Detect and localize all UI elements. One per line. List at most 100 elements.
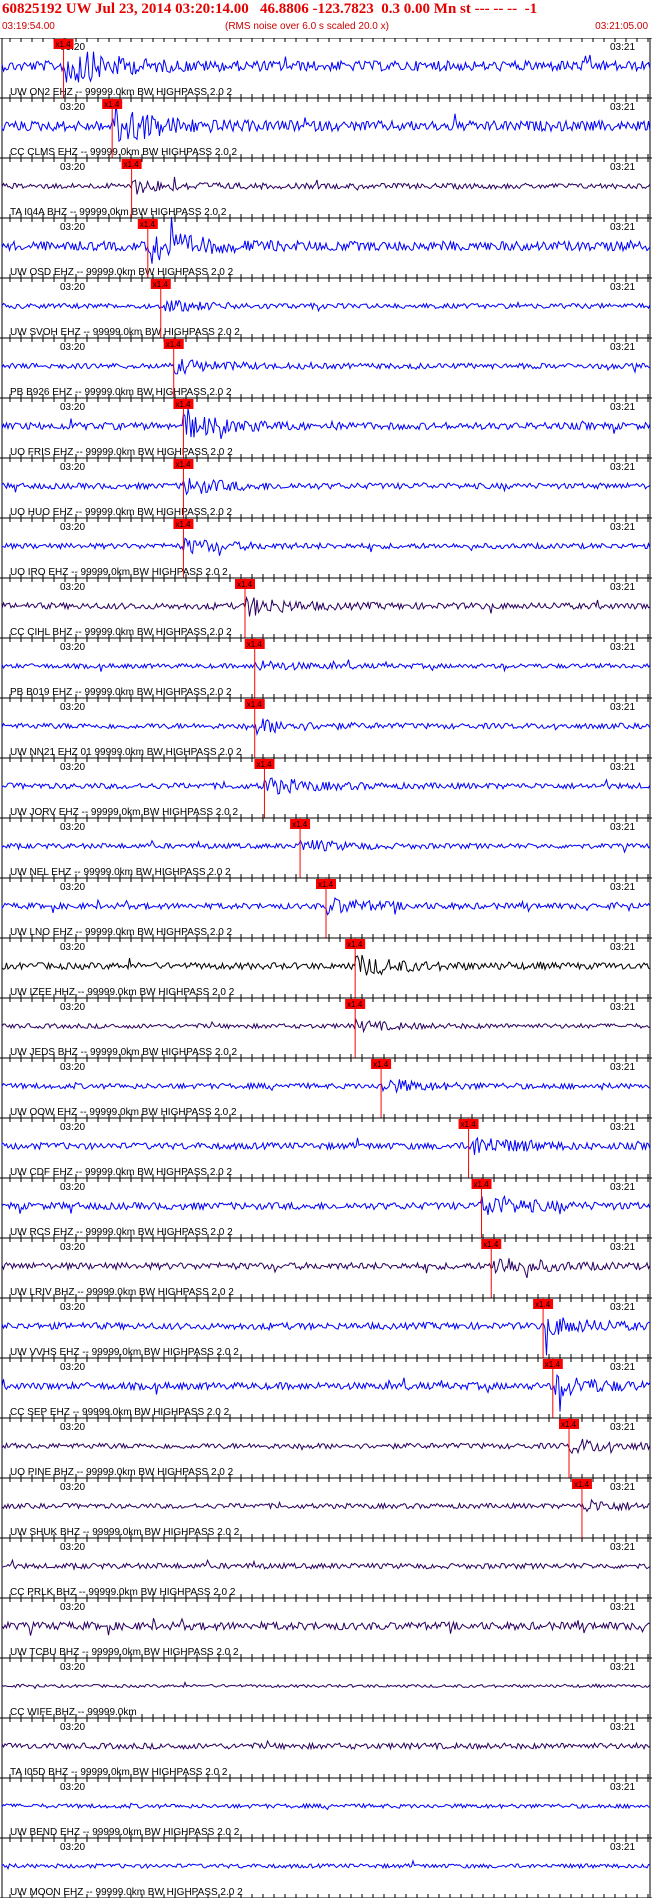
pick-label: x1.4 <box>124 160 140 169</box>
minute-label-left: 03:20 <box>60 1242 85 1253</box>
minute-label-right: 03:21 <box>610 1002 635 1013</box>
minute-label-left: 03:20 <box>60 1722 85 1733</box>
minute-label-right: 03:21 <box>610 822 635 833</box>
waveform-trace <box>1 595 651 617</box>
pick-label: x1.4 <box>574 1480 590 1489</box>
minute-label-left: 03:20 <box>60 1482 85 1493</box>
minute-label-right: 03:21 <box>610 1062 635 1073</box>
minute-label-right: 03:21 <box>610 1842 635 1853</box>
minute-label-right: 03:21 <box>610 1122 635 1133</box>
minute-label-left: 03:20 <box>60 822 85 833</box>
minute-label-right: 03:21 <box>610 1482 635 1493</box>
minute-label-right: 03:21 <box>610 1362 635 1373</box>
waveform-trace <box>1 217 651 264</box>
waveform-trace <box>1 1802 651 1811</box>
pick-label: x1.4 <box>474 1180 490 1189</box>
start-time: 03:19:54.00 <box>2 21 55 32</box>
waveform-trace <box>1 1680 651 1690</box>
minute-label-left: 03:20 <box>60 102 85 113</box>
event-header: 60825192 UW Jul 23, 2014 03:20:14.00 46.… <box>0 0 652 38</box>
station-label: CC SEP EHZ -- 99999.0km BW HIGHPASS 2.0 … <box>10 1407 230 1418</box>
minute-label-left: 03:20 <box>60 1062 85 1073</box>
station-label: UW SVOH EHZ -- 99999.0km BW HIGHPASS 2.0… <box>10 327 240 338</box>
minute-label-left: 03:20 <box>60 1842 85 1853</box>
station-label: UO FRIS EHZ -- 99999.0km BW HIGHPASS 2.0… <box>10 447 233 458</box>
station-label: CC WIFE BHZ -- 99999.0km <box>10 1707 137 1718</box>
pick-label: x1.4 <box>483 1240 499 1249</box>
station-label: UW VVHS EHZ -- 99999.0km BW HIGHPASS 2.0… <box>10 1347 239 1358</box>
station-label: PB B926 EHZ -- 99999.0km BW HIGHPASS 2.0… <box>10 387 232 398</box>
rms-note: (RMS noise over 6.0 s scaled 20.0 x) <box>225 21 389 32</box>
minute-label-left: 03:20 <box>60 1662 85 1673</box>
station-label: CC CIHL BHZ -- 99999.0km BW HIGHPASS 2.0… <box>10 627 232 638</box>
minute-label-right: 03:21 <box>610 1242 635 1253</box>
minute-label-right: 03:21 <box>610 1542 635 1553</box>
minute-label-left: 03:20 <box>60 1182 85 1193</box>
minute-label-left: 03:20 <box>60 222 85 233</box>
station-label: UW BEND EHZ -- 99999.0km BW HIGHPASS 2.0… <box>10 1827 240 1838</box>
waveform-trace <box>1 1136 651 1155</box>
waveform-trace <box>1 1558 651 1571</box>
station-label: UW LNO EHZ -- 99999.0km BW HIGHPASS 2.0 … <box>10 927 233 938</box>
station-label: TA I04A BHZ -- 99999.0km BW HIGHPASS 2.0… <box>10 207 227 218</box>
minute-label-right: 03:21 <box>610 582 635 593</box>
pick-label: x1.4 <box>237 580 253 589</box>
minute-label-left: 03:20 <box>60 1782 85 1793</box>
minute-label-right: 03:21 <box>610 222 635 233</box>
station-label: UW NEL EHZ -- 99999.0km BW HIGHPASS 2.0 … <box>10 867 231 878</box>
pick-label: x1.4 <box>247 640 263 649</box>
minute-label-left: 03:20 <box>60 1542 85 1553</box>
minute-label-right: 03:21 <box>610 1182 635 1193</box>
station-label: UW JEDS BHZ -- 99999.0km BW HIGHPASS 2.0… <box>10 1047 238 1058</box>
waveform-trace <box>1 777 651 795</box>
minute-label-left: 03:20 <box>60 1002 85 1013</box>
pick-label: x1.4 <box>347 1000 363 1009</box>
waveform-trace <box>1 1079 651 1095</box>
minute-label-right: 03:21 <box>610 462 635 473</box>
minute-label-right: 03:21 <box>610 882 635 893</box>
minute-label-left: 03:20 <box>60 282 85 293</box>
station-label: UW IZEE HHZ -- 99999.0km BW HIGHPASS 2.0… <box>10 987 235 998</box>
pick-label: x1.4 <box>166 340 182 349</box>
waveform-trace <box>1 1859 651 1871</box>
minute-label-right: 03:21 <box>610 522 635 533</box>
station-label: UW NN21 EHZ 01 99999.0km BW HIGHPASS 2.0… <box>10 747 242 758</box>
minute-label-right: 03:21 <box>610 1422 635 1433</box>
pick-label: x1.4 <box>175 520 191 529</box>
waveform-trace <box>1 659 651 673</box>
minute-label-left: 03:20 <box>60 402 85 413</box>
station-label: UW SHUK BHZ -- 99999.0km BW HIGHPASS 2.0… <box>10 1527 240 1538</box>
end-time: 03:21:05.00 <box>595 21 648 32</box>
pick-label: x1.4 <box>545 1360 561 1369</box>
station-label: UW MOON EHZ -- 99999.0km BW HIGHPASS 2.0… <box>10 1887 243 1898</box>
minute-label-left: 03:20 <box>60 702 85 713</box>
minute-label-right: 03:21 <box>610 762 635 773</box>
waveform-trace <box>1 839 651 854</box>
station-label: CC CLMS EHZ -- 99999.0km BW HIGHPASS 2.0… <box>10 147 238 158</box>
station-label: UW LRIV BHZ -- 99999.0km BW HIGHPASS 2.0… <box>10 1287 234 1298</box>
waveform-trace <box>1 1498 650 1513</box>
pick-label: x1.4 <box>373 1060 389 1069</box>
pick-label: x1.4 <box>247 700 263 709</box>
seismogram-svg: 03:20 03:21 UW ON2 EHZ -- 99999.0km BW HIG… <box>0 37 652 1899</box>
station-label: UW OOW EHZ -- 99999.0km BW HIGHPASS 2.0 … <box>10 1107 237 1118</box>
minute-label-right: 03:21 <box>610 102 635 113</box>
station-label: UW JORV EHZ -- 99999.0km BW HIGHPASS 2.0… <box>10 807 238 818</box>
station-label: TA I05D BHZ -- 99999.0km BW HIGHPASS 2.0… <box>10 1767 228 1778</box>
minute-label-right: 03:21 <box>610 42 635 53</box>
waveform-trace <box>1 1017 651 1034</box>
waveform-trace <box>1 718 651 737</box>
pick-label: x1.4 <box>535 1300 551 1309</box>
minute-label-left: 03:20 <box>60 762 85 773</box>
pick-label: x1.4 <box>140 220 156 229</box>
station-label: UW OSD EHZ -- 99999.0km BW HIGHPASS 2.0 … <box>10 267 234 278</box>
station-label: UO HUO EHZ -- 99999.0km BW HIGHPASS 2.0 … <box>10 507 233 518</box>
minute-label-right: 03:21 <box>610 402 635 413</box>
waveform-trace <box>1 1194 651 1215</box>
minute-label-left: 03:20 <box>60 882 85 893</box>
minute-label-left: 03:20 <box>60 522 85 533</box>
minute-label-left: 03:20 <box>60 1422 85 1433</box>
minute-label-left: 03:20 <box>60 582 85 593</box>
waveform-trace <box>1 1617 651 1636</box>
pick-label: x1.4 <box>347 940 363 949</box>
